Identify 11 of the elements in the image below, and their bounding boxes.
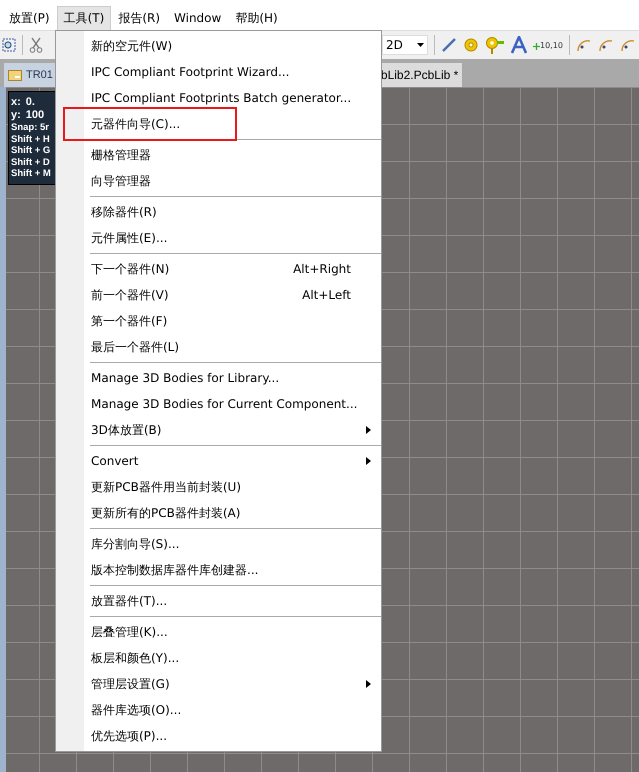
shortcut-label: Alt+Right (293, 262, 351, 276)
x-label: x: (11, 96, 21, 109)
info-line: Shift + M (11, 168, 52, 180)
info-line: Snap: 5r (11, 122, 50, 134)
shortcut-label: Alt+Left (302, 288, 351, 302)
info-line: Shift + D (11, 156, 51, 168)
y-value: 100 (26, 109, 44, 122)
info-line: Shift + G (11, 145, 52, 156)
y-label: y: (11, 109, 21, 122)
x-value: 0. (26, 96, 35, 109)
info-line: Shift + H (11, 134, 51, 145)
